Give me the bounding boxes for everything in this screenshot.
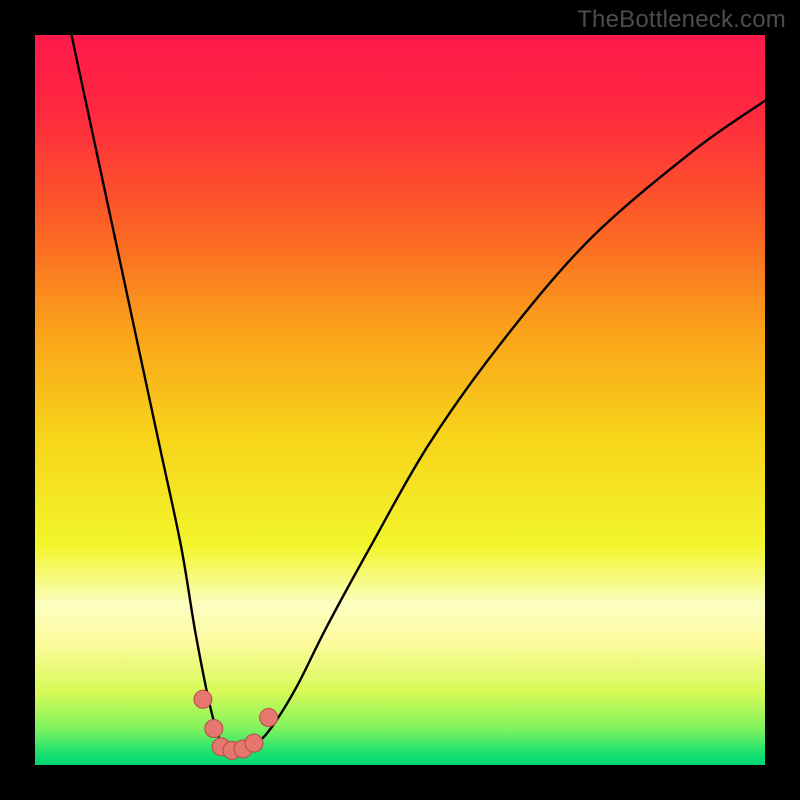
marker-point bbox=[260, 709, 278, 727]
plot-area bbox=[35, 35, 765, 765]
chart-stage: TheBottleneck.com bbox=[0, 0, 800, 800]
highlight-markers bbox=[194, 690, 278, 759]
marker-point bbox=[194, 690, 212, 708]
marker-point bbox=[245, 734, 263, 752]
marker-point bbox=[205, 720, 223, 738]
bottleneck-curve bbox=[72, 35, 766, 751]
watermark-label: TheBottleneck.com bbox=[577, 6, 786, 34]
curve-layer bbox=[35, 35, 765, 765]
